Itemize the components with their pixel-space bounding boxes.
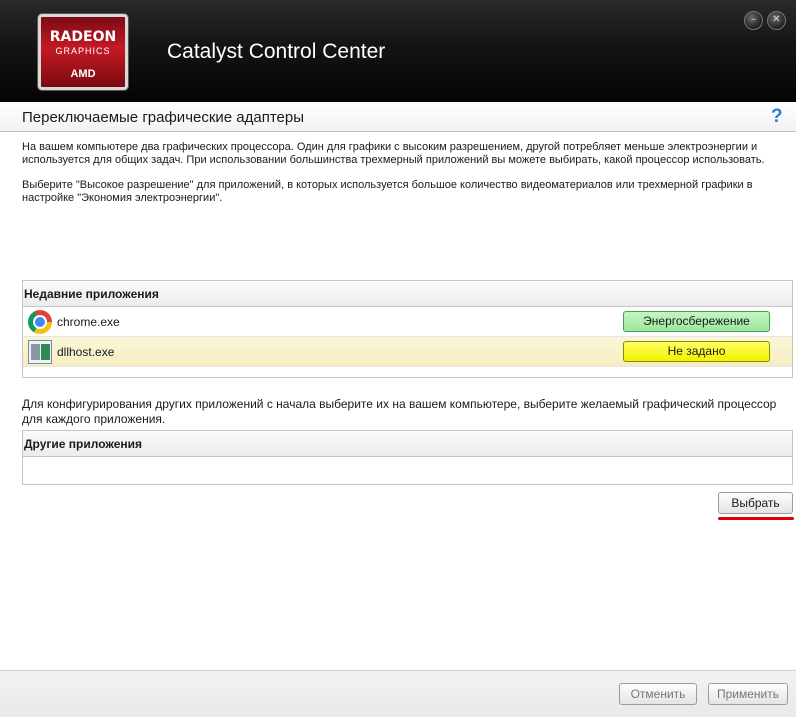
recent-apps-table: Недавние приложения chrome.exe Энергосбе… xyxy=(22,280,793,378)
highlight-underline xyxy=(718,517,794,520)
apply-button[interactable]: Применить xyxy=(708,683,788,705)
footer-bar: Отменить Применить xyxy=(0,670,796,717)
other-apps-header: Другие приложения xyxy=(23,431,792,457)
page-title: Переключаемые графические адаптеры xyxy=(22,109,305,126)
gpu-mode-dropdown[interactable]: Энергосбережение xyxy=(623,311,770,332)
logo-graphics-text: GRAPHICS xyxy=(55,46,111,56)
logo-radeon-text: RADEON xyxy=(49,29,117,45)
dllhost-icon xyxy=(28,340,52,364)
minimize-button[interactable]: – xyxy=(744,11,763,30)
page-header: Переключаемые графические адаптеры ? xyxy=(0,102,796,132)
app-name: dllhost.exe xyxy=(57,345,115,359)
chrome-icon xyxy=(28,310,52,334)
recent-apps-header: Недавние приложения xyxy=(23,281,792,307)
app-title: Catalyst Control Center xyxy=(167,40,386,63)
table-row[interactable]: dllhost.exe Не задано xyxy=(23,337,792,367)
other-apps-text: Для конфигурирования других приложений с… xyxy=(22,397,777,426)
choose-button[interactable]: Выбрать xyxy=(718,492,793,514)
table-row[interactable]: chrome.exe Энергосбережение xyxy=(23,307,792,337)
close-button[interactable]: ✕ xyxy=(767,11,786,30)
app-name: chrome.exe xyxy=(57,315,120,329)
other-apps-table: Другие приложения xyxy=(22,430,793,485)
intro-text: На вашем компьютере два графических проц… xyxy=(22,141,765,166)
logo-amd-text: AMD xyxy=(70,68,96,80)
hint-text: Выберите "Высокое разрешение" для прилож… xyxy=(22,179,753,204)
main-content: На вашем компьютере два графических проц… xyxy=(0,132,796,670)
radeon-logo: RADEON GRAPHICS AMD xyxy=(38,14,128,90)
cancel-button[interactable]: Отменить xyxy=(619,683,697,705)
title-bar: RADEON GRAPHICS AMD Catalyst Control Cen… xyxy=(0,0,796,102)
help-icon[interactable]: ? xyxy=(771,106,783,128)
gpu-mode-dropdown[interactable]: Не задано xyxy=(623,341,770,362)
